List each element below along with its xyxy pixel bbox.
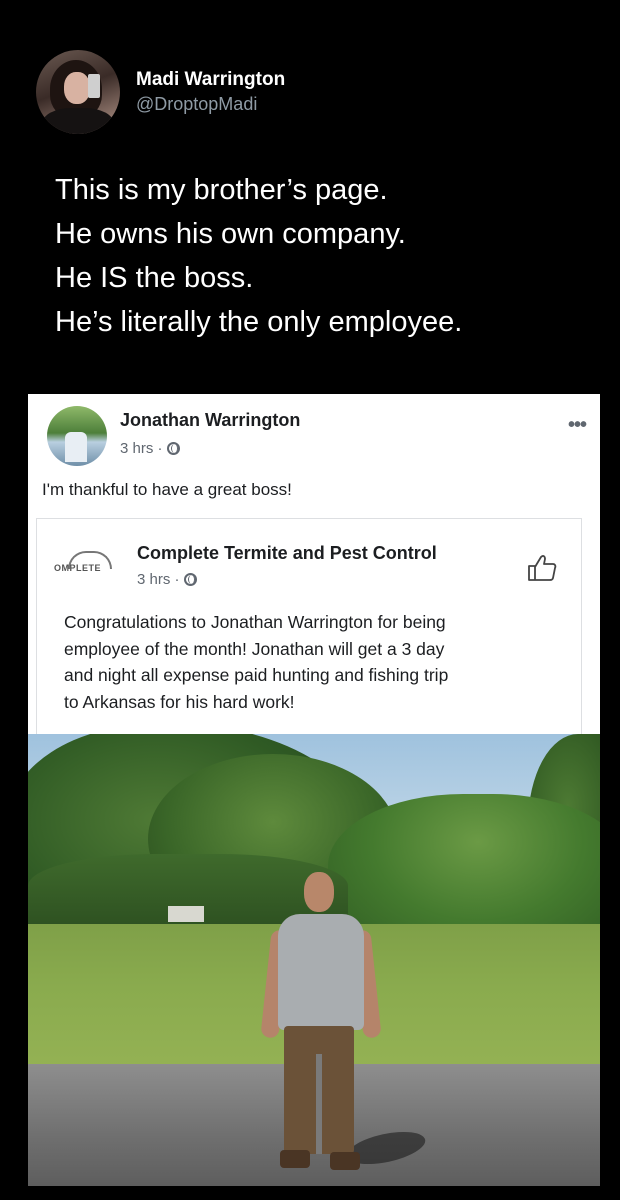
page-logo[interactable]: OMPLETE: [54, 549, 116, 577]
page-name[interactable]: Complete Termite and Pest Control: [137, 543, 437, 564]
thumbs-up-icon[interactable]: [526, 553, 558, 583]
tweet-line: He’s literally the only employee.: [55, 306, 463, 338]
page-post-time[interactable]: 3 hrs ·: [137, 571, 180, 588]
page-post-line: Congratulations to Jonathan Warrington f…: [64, 612, 446, 632]
globe-icon: [183, 573, 197, 586]
tweet-line: He IS the boss.: [55, 262, 254, 294]
page-post-meta: 3 hrs ·: [137, 571, 197, 588]
page-post-line: and night all expense paid hunting and f…: [64, 665, 449, 685]
post-photo[interactable]: [28, 734, 600, 1186]
more-options-icon[interactable]: •••: [568, 414, 587, 437]
page-post-line: to Arkansas for his hard work!: [64, 691, 295, 712]
page-post-line: employee of the month! Jonathan will get…: [64, 638, 445, 659]
fb-author-name[interactable]: Jonathan Warrington: [120, 410, 300, 431]
tweet-text: This is my brother’s page. He owns his o…: [55, 168, 462, 344]
tweet-header: Madi Warrington @DroptopMadi: [36, 50, 285, 134]
fb-post-time[interactable]: 3 hrs ·: [120, 440, 163, 457]
tweet-line: He owns his own company.: [55, 218, 406, 250]
fb-post-meta: 3 hrs ·: [120, 440, 180, 457]
fb-post-text: I'm thankful to have a great boss!: [42, 480, 292, 499]
globe-icon: [166, 442, 180, 455]
page-logo-text: OMPLETE: [54, 563, 102, 573]
tweet-line: This is my brother’s page.: [55, 174, 388, 206]
shared-post: OMPLETE Complete Termite and Pest Contro…: [36, 518, 582, 734]
facebook-post-card: Jonathan Warrington 3 hrs · ••• I'm than…: [28, 394, 600, 734]
user-handle[interactable]: @DroptopMadi: [136, 92, 285, 116]
display-name[interactable]: Madi Warrington: [136, 68, 285, 92]
page-post-body: Congratulations to Jonathan Warrington f…: [64, 609, 564, 715]
avatar[interactable]: [36, 50, 120, 134]
fb-author-avatar[interactable]: [47, 406, 107, 466]
